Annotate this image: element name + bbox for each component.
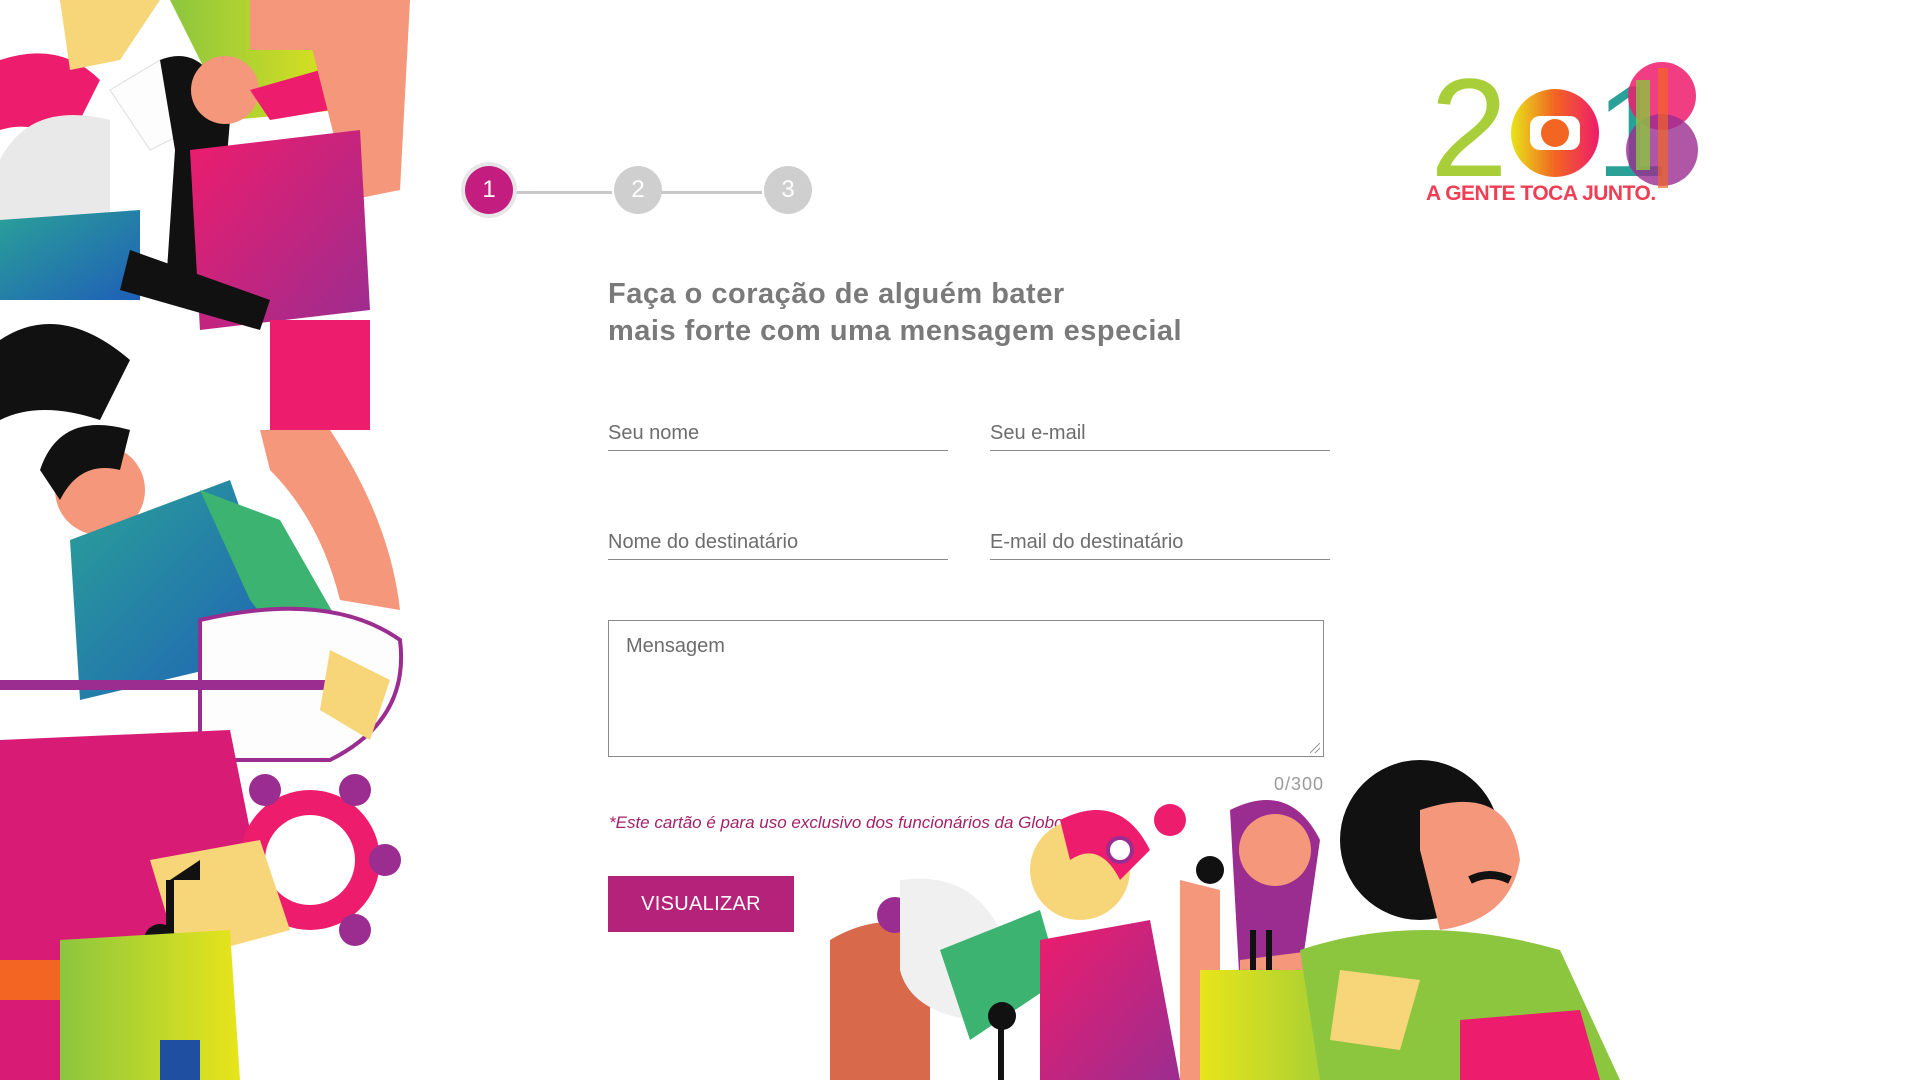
sender-email-field[interactable] xyxy=(990,416,1330,451)
recipient-name-input[interactable] xyxy=(608,525,948,559)
recipient-email-field[interactable] xyxy=(990,525,1330,560)
step-connector xyxy=(658,191,762,194)
step-2[interactable]: 2 xyxy=(614,166,662,214)
logo-tagline: A GENTE TOCA JUNTO. xyxy=(1426,182,1656,205)
step-3[interactable]: 3 xyxy=(764,166,812,214)
globo-2018-logo: 2 1 8 A GENTE TOCA JUNTO. xyxy=(1400,38,1700,218)
page-title: Faça o coração de alguém bater mais fort… xyxy=(608,276,1368,350)
sender-email-input[interactable] xyxy=(990,416,1330,450)
step-connector xyxy=(508,191,612,194)
step-progress: 1 2 3 xyxy=(462,166,812,218)
recipient-email-input[interactable] xyxy=(990,525,1330,559)
left-illustration xyxy=(0,0,420,1080)
bottom-illustration xyxy=(820,720,1780,1080)
visualize-button[interactable]: VISUALIZAR xyxy=(608,876,794,932)
title-line-2: mais forte com uma mensagem especial xyxy=(608,315,1183,347)
step-1[interactable]: 1 xyxy=(465,166,513,214)
title-line-1: Faça o coração de alguém bater xyxy=(608,278,1065,310)
musicians-illustration-bottom xyxy=(830,760,1620,1080)
recipient-name-field[interactable] xyxy=(608,525,948,560)
sender-name-field[interactable] xyxy=(608,416,948,451)
musicians-illustration-left xyxy=(0,0,410,1080)
sender-name-input[interactable] xyxy=(608,416,948,450)
